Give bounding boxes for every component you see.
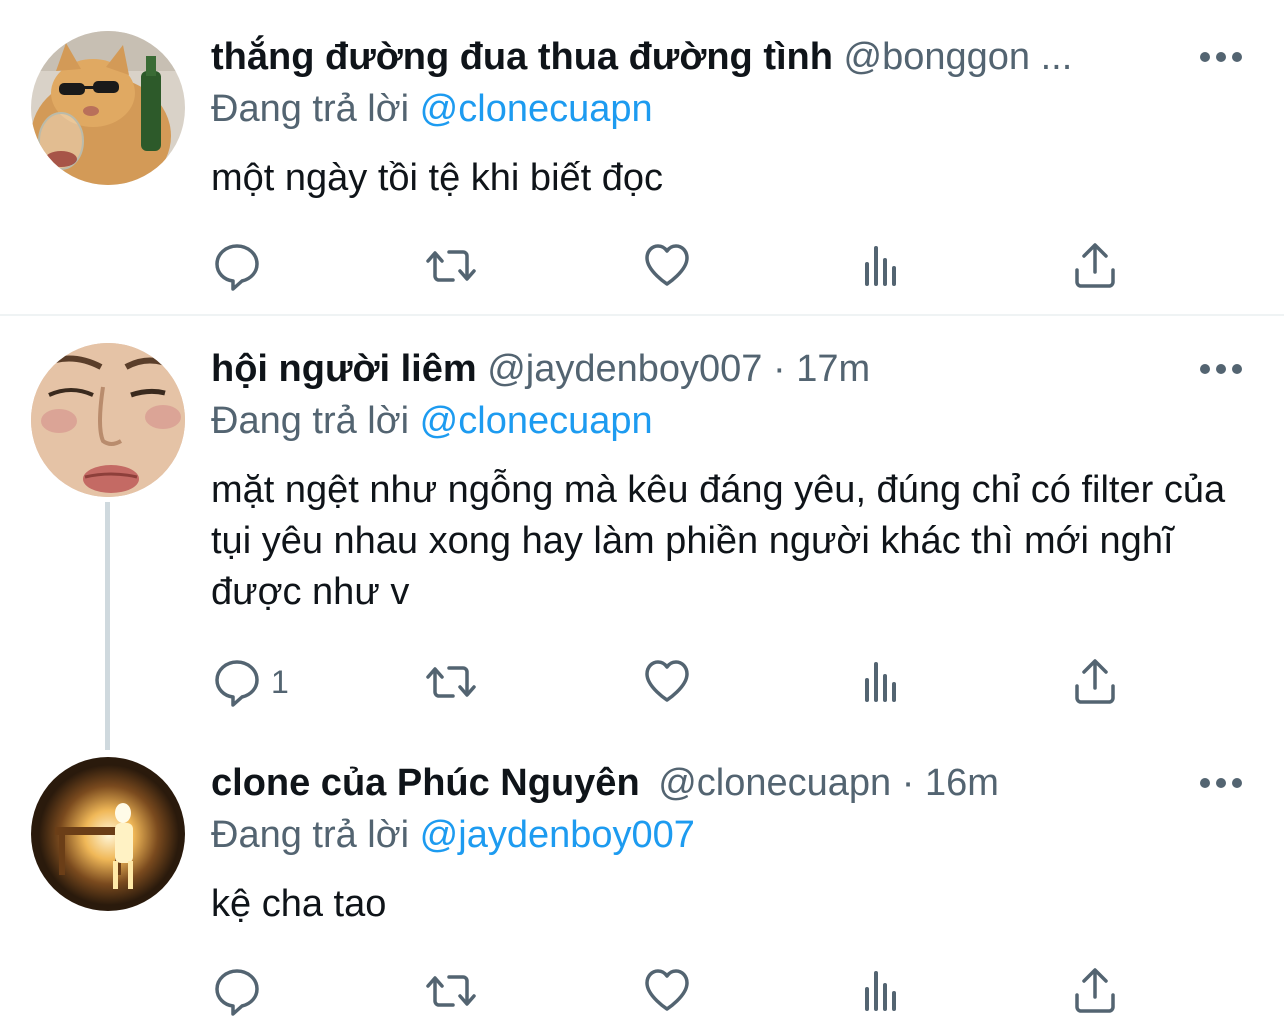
replying-to: Đang trả lời @jaydenboy007 [211, 812, 695, 858]
reply-button[interactable] [211, 965, 263, 1017]
tweet-text: kệ cha tao [211, 883, 387, 925]
more-button[interactable] [1196, 768, 1246, 798]
mention-link[interactable]: @jaydenboy007 [420, 814, 695, 856]
views-button[interactable] [855, 240, 907, 292]
meta-separator: · [901, 762, 915, 804]
more-button[interactable] [1196, 354, 1246, 384]
replying-to-label: Đang trả lời [211, 88, 410, 130]
tweet-text: một ngày tồi tệ khi biết đọc [211, 157, 664, 199]
like-button[interactable] [641, 240, 693, 292]
reply-button[interactable] [211, 240, 263, 292]
thread-connector [105, 502, 110, 750]
tweet-actions [211, 240, 1131, 292]
reply-count: 1 [271, 663, 289, 700]
replying-to-label: Đang trả lời [211, 814, 410, 856]
replying-to: Đang trả lời @clonecuapn [211, 86, 653, 132]
more-dots-icon [1200, 778, 1242, 788]
tweet-text: mặt ngệt như ngỗng mà kêu đáng yêu, đúng… [211, 469, 1226, 613]
tweet-header: hội người liêm @jaydenboy007 · 17m [211, 346, 1164, 392]
heart-icon [645, 660, 689, 702]
heart-icon [645, 969, 689, 1011]
glowing-figure-avatar-icon [31, 757, 185, 911]
tweet-3[interactable]: clone của Phúc Nguyên @clonecuapn · 16m … [0, 736, 1284, 1034]
share-icon [1075, 659, 1115, 704]
like-button[interactable] [641, 656, 693, 708]
avatar[interactable] [31, 31, 185, 185]
face-closeup-avatar-icon [31, 343, 185, 497]
tweet-actions [211, 965, 1131, 1017]
tweet-header: thắng đường đua thua đường tình @bonggon… [211, 34, 1164, 80]
share-icon [1075, 968, 1115, 1013]
more-dots-icon [1200, 364, 1242, 374]
replying-to: Đang trả lời @clonecuapn [211, 398, 653, 444]
reply-icon [215, 244, 259, 291]
retweet-icon [426, 975, 476, 1007]
share-icon [1075, 243, 1115, 288]
timestamp[interactable]: 16m [925, 762, 999, 804]
more-dots-icon [1200, 52, 1242, 62]
meta-separator: · [773, 348, 786, 390]
mention-link[interactable]: @clonecuapn [420, 88, 653, 130]
reply-icon [215, 660, 259, 707]
reply-icon [215, 969, 259, 1016]
avatar[interactable] [31, 757, 185, 911]
replying-to-label: Đang trả lời [211, 400, 410, 442]
user-handle[interactable]: @bonggon ... [844, 36, 1073, 78]
reply-button[interactable]: 1 [211, 656, 289, 708]
retweet-button[interactable] [425, 965, 477, 1017]
display-name[interactable]: hội người liêm [211, 348, 477, 390]
views-chart-icon [865, 246, 896, 286]
cat-with-sunglasses-avatar-icon [31, 31, 185, 185]
views-button[interactable] [855, 656, 907, 708]
share-button[interactable] [1069, 965, 1121, 1017]
retweet-icon [426, 250, 476, 282]
tweet-actions: 1 [211, 656, 1131, 708]
tweet-2[interactable]: hội người liêm @jaydenboy007 · 17m Đang … [0, 316, 1284, 736]
mention-link[interactable]: @clonecuapn [420, 400, 653, 442]
user-handle[interactable]: @clonecuapn [658, 762, 891, 804]
display-name[interactable]: thắng đường đua thua đường tình [211, 36, 833, 78]
tweet-1[interactable]: thắng đường đua thua đường tình @bonggon… [0, 0, 1284, 316]
timestamp[interactable]: 17m [796, 348, 870, 390]
retweet-button[interactable] [425, 240, 477, 292]
retweet-icon [426, 666, 476, 698]
more-button[interactable] [1196, 42, 1246, 72]
share-button[interactable] [1069, 240, 1121, 292]
share-button[interactable] [1069, 656, 1121, 708]
user-handle[interactable]: @jaydenboy007 [487, 348, 762, 390]
heart-icon [645, 244, 689, 286]
display-name[interactable]: clone của Phúc Nguyên [211, 762, 640, 804]
tweet-header: clone của Phúc Nguyên @clonecuapn · 16m [211, 760, 1164, 806]
views-chart-icon [865, 662, 896, 702]
avatar[interactable] [31, 343, 185, 497]
views-button[interactable] [855, 965, 907, 1017]
views-chart-icon [865, 971, 896, 1011]
like-button[interactable] [641, 965, 693, 1017]
retweet-button[interactable] [425, 656, 477, 708]
